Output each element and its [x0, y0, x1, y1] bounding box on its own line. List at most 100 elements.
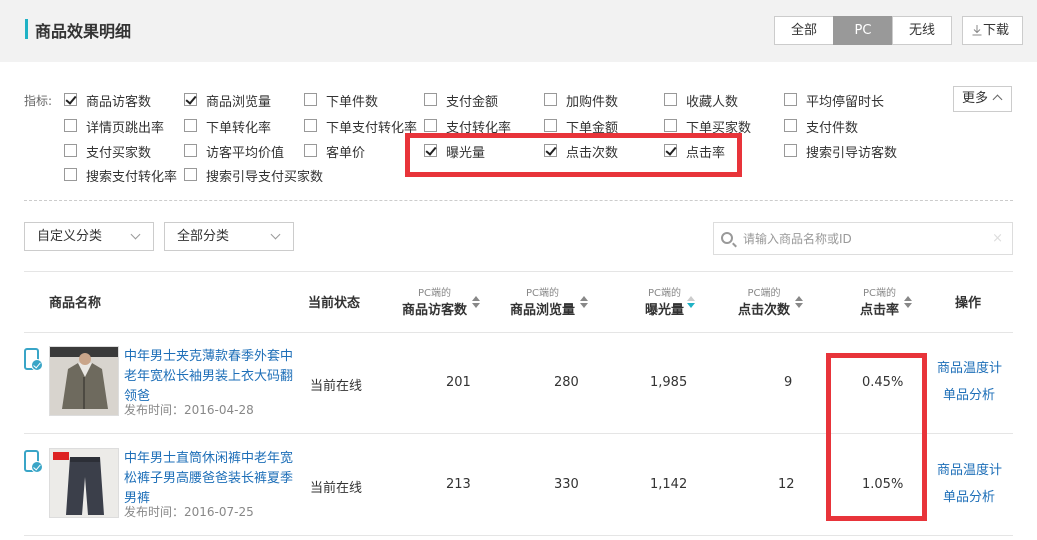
page-header: 商品效果明细 全部 PC 无线 下载	[0, 0, 1037, 62]
page-title: 商品效果明细	[35, 22, 132, 41]
visitors-cell: 213	[446, 477, 471, 492]
metric-checkbox-label: 访客平均价值	[206, 146, 285, 161]
col-label: 商品浏览量	[510, 303, 576, 318]
clicks-cell: 12	[778, 477, 795, 492]
search-input[interactable]	[743, 230, 993, 248]
checkbox-empty-icon[interactable]	[304, 119, 317, 132]
status-cell: 当前在线	[310, 379, 363, 394]
annotation-highlight-metrics	[405, 133, 742, 177]
metric-checkbox-label: 加购件数	[566, 95, 619, 110]
col-header-ops: 操作	[955, 296, 982, 311]
checkbox-empty-icon[interactable]	[784, 93, 797, 106]
item-analysis-link[interactable]: 单品分析	[943, 486, 995, 505]
checkbox-empty-icon[interactable]	[784, 144, 797, 157]
checkbox-empty-icon[interactable]	[184, 144, 197, 157]
product-name-link[interactable]: 中年男士直筒休闲裤中老年宽松裤子男高腰爸爸装长裤夏季男裤	[124, 449, 296, 509]
checkbox-empty-icon[interactable]	[544, 119, 557, 132]
metric-checkbox-label: 商品访客数	[86, 95, 152, 110]
pc-device-icon	[24, 348, 43, 371]
metrics-label: 指标:	[24, 94, 53, 108]
sort-icon[interactable]	[580, 296, 588, 309]
product-name-link[interactable]: 中年男士夹克薄款春季外套中老年宽松长袖男装上衣大码翻领爸	[124, 347, 296, 407]
exposure-cell: 1,985	[650, 375, 688, 390]
publish-date: 发布时间：2016-07-25	[124, 505, 254, 519]
metric-checkbox-label: 收藏人数	[686, 95, 739, 110]
sort-icon[interactable]	[687, 296, 695, 309]
product-thumbnail[interactable]	[49, 346, 119, 416]
tab-pc[interactable]: PC	[833, 16, 893, 45]
tab-all[interactable]: 全部	[774, 16, 834, 45]
more-label: 更多	[962, 91, 989, 106]
col-sub-label: PC端的	[526, 288, 560, 299]
metric-checkbox-label: 搜索引导支付买家数	[206, 170, 324, 185]
checkbox-empty-icon[interactable]	[664, 93, 677, 106]
clicks-cell: 9	[784, 375, 793, 390]
more-button[interactable]: 更多	[953, 86, 1012, 112]
metric-checkbox-label: 搜索支付转化率	[86, 170, 178, 185]
col-sub-label: PC端的	[863, 288, 897, 299]
all-category-value: 全部分类	[177, 229, 230, 244]
annotation-highlight-ctr	[826, 353, 927, 521]
all-category-select[interactable]: 全部分类	[164, 222, 294, 251]
metric-checkbox-label: 下单转化率	[206, 121, 272, 136]
chevron-down-icon	[270, 229, 281, 240]
metric-checkbox-label: 下单件数	[326, 95, 379, 110]
checkbox-empty-icon[interactable]	[184, 168, 197, 181]
item-analysis-link[interactable]: 单品分析	[943, 384, 995, 403]
checkbox-checked-icon[interactable]	[184, 93, 197, 106]
download-button[interactable]: 下载	[962, 16, 1023, 45]
col-header-ctr[interactable]: PC端的 点击率	[860, 284, 899, 318]
col-label: 点击次数	[738, 303, 791, 318]
checkbox-empty-icon[interactable]	[184, 119, 197, 132]
views-cell: 280	[554, 375, 579, 390]
col-header-views[interactable]: PC端的 商品浏览量	[510, 284, 575, 318]
clear-icon[interactable]: ×	[992, 231, 1003, 246]
jacket-image	[50, 347, 118, 415]
pc-device-icon	[24, 450, 43, 473]
status-cell: 当前在线	[310, 481, 363, 496]
section-divider	[24, 200, 1013, 201]
checkbox-empty-icon[interactable]	[424, 119, 437, 132]
metric-checkbox-label: 下单支付转化率	[326, 121, 418, 136]
metric-checkbox-label: 支付买家数	[86, 146, 152, 161]
metric-checkbox-label: 详情页跳出率	[86, 121, 165, 136]
checkbox-empty-icon[interactable]	[784, 119, 797, 132]
checkbox-empty-icon[interactable]	[544, 93, 557, 106]
col-header-exposure[interactable]: PC端的 曝光量	[645, 284, 684, 318]
col-header-status: 当前状态	[308, 296, 361, 311]
product-thumbnail[interactable]	[49, 448, 119, 518]
checkbox-empty-icon[interactable]	[64, 119, 77, 132]
checkbox-empty-icon[interactable]	[64, 168, 77, 181]
checkbox-empty-icon[interactable]	[304, 93, 317, 106]
sort-icon[interactable]	[472, 296, 480, 309]
sort-icon[interactable]	[795, 296, 803, 309]
chevron-up-icon	[992, 94, 1003, 105]
col-label: 商品访客数	[402, 303, 468, 318]
product-search: ×	[713, 222, 1013, 255]
tab-wireless[interactable]: 无线	[892, 16, 952, 45]
col-header-clicks[interactable]: PC端的 点击次数	[738, 284, 790, 318]
checkbox-empty-icon[interactable]	[424, 93, 437, 106]
thermometer-link[interactable]: 商品温度计	[937, 459, 1002, 478]
views-cell: 330	[554, 477, 579, 492]
table-top-border	[24, 271, 1013, 272]
title-accent-bar	[25, 19, 28, 39]
col-header-name: 商品名称	[49, 296, 102, 311]
metric-checkbox-label: 支付件数	[806, 121, 859, 136]
search-icon	[721, 232, 733, 244]
thermometer-link[interactable]: 商品温度计	[937, 357, 1002, 376]
col-header-visitors[interactable]: PC端的 商品访客数	[402, 284, 467, 318]
sort-icon[interactable]	[904, 296, 912, 309]
metric-checkbox-label: 支付金额	[446, 95, 499, 110]
custom-category-select[interactable]: 自定义分类	[24, 222, 154, 251]
metric-checkbox-label: 平均停留时长	[806, 95, 885, 110]
custom-category-value: 自定义分类	[37, 229, 103, 244]
checkbox-empty-icon[interactable]	[664, 119, 677, 132]
checkbox-empty-icon[interactable]	[304, 144, 317, 157]
download-icon	[972, 25, 982, 36]
checkbox-empty-icon[interactable]	[64, 144, 77, 157]
checkbox-checked-icon[interactable]	[64, 93, 77, 106]
metric-checkbox-label: 商品浏览量	[206, 95, 272, 110]
visitors-cell: 201	[446, 375, 471, 390]
metric-checkbox-label: 客单价	[326, 146, 366, 161]
